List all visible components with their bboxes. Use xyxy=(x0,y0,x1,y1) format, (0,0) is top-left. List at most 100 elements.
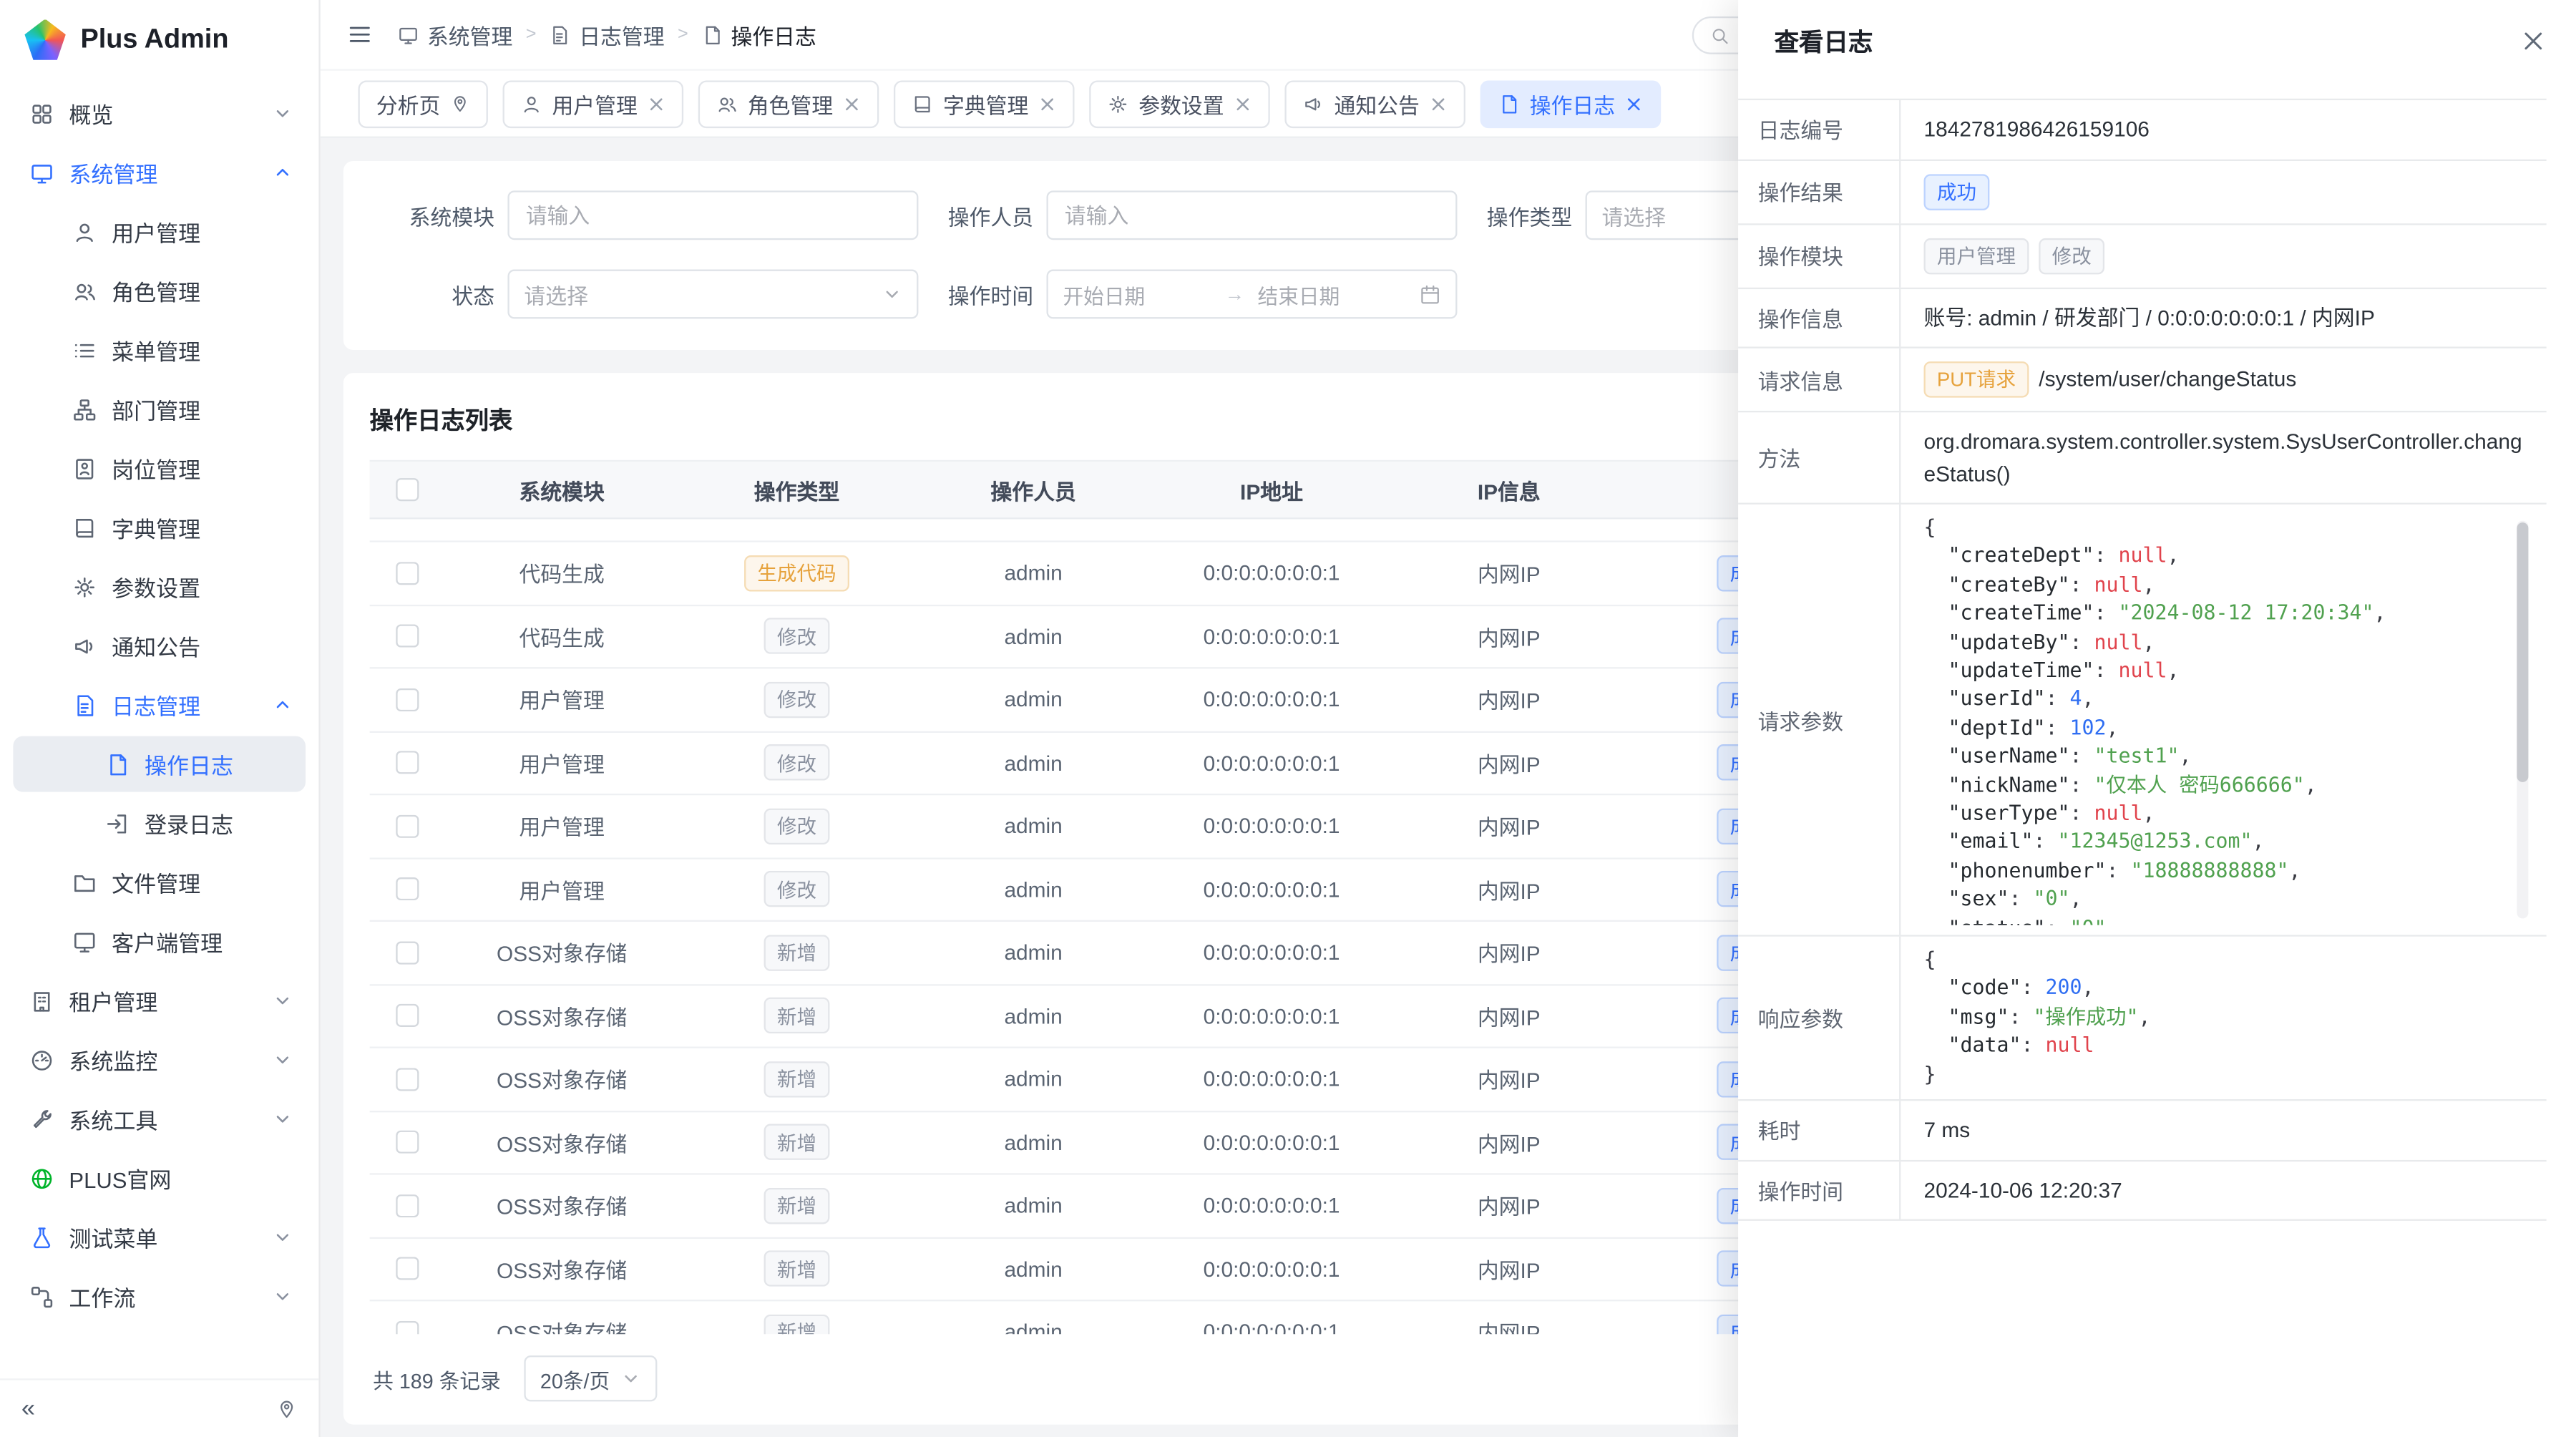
row-checkbox[interactable] xyxy=(396,1004,419,1027)
sidebar-item-label: 工作流 xyxy=(69,1280,258,1313)
pin-icon[interactable] xyxy=(276,1398,298,1420)
column-header: 操作人员 xyxy=(915,474,1152,505)
module-filter-input[interactable] xyxy=(507,190,918,240)
sidebar-item-param-settings[interactable]: 参数设置 xyxy=(13,559,306,615)
column-header: IP地址 xyxy=(1151,474,1391,505)
tab-label: 角色管理 xyxy=(748,88,833,120)
sidebar-item-label: 菜单管理 xyxy=(112,333,293,366)
chevron-down-icon xyxy=(273,1227,293,1247)
chevron-down-icon xyxy=(273,990,293,1010)
cell-operator: admin xyxy=(915,751,1152,775)
tab-role-management[interactable]: 角色管理 xyxy=(698,79,879,127)
view-log-drawer: 查看日志 日志编号 1842781986426159106 操作结果 成功 操作… xyxy=(1738,0,2576,1437)
row-checkbox[interactable] xyxy=(396,688,419,711)
cell-operator: admin xyxy=(915,814,1152,838)
operation-type-badge: 新增 xyxy=(764,998,830,1034)
sidebar-item-label: 概览 xyxy=(69,97,258,130)
time-range-picker[interactable]: 开始日期 → 结束日期 xyxy=(1047,270,1458,319)
sidebar-item-log-management[interactable]: 日志管理 xyxy=(13,677,306,733)
row-checkbox[interactable] xyxy=(396,1320,419,1334)
select-all-checkbox[interactable] xyxy=(396,478,419,501)
tab-close-icon[interactable] xyxy=(843,94,861,112)
row-checkbox[interactable] xyxy=(396,562,419,585)
sidebar-item-client-management[interactable]: 客户端管理 xyxy=(13,914,306,970)
sidebar-item-file-management[interactable]: 文件管理 xyxy=(13,854,306,910)
tab-operation-log[interactable]: 操作日志 xyxy=(1480,79,1662,127)
tab-close-icon[interactable] xyxy=(648,94,665,112)
operation-type-badge: 修改 xyxy=(764,681,830,718)
row-checkbox[interactable] xyxy=(396,1068,419,1091)
client-icon xyxy=(72,929,97,953)
sidebar-item-notice[interactable]: 通知公告 xyxy=(13,618,306,673)
app-title: Plus Admin xyxy=(81,24,229,55)
sidebar-item-dept-management[interactable]: 部门管理 xyxy=(13,381,306,437)
tab-close-icon[interactable] xyxy=(1038,94,1056,112)
sidebar-item-dict-management[interactable]: 字典管理 xyxy=(13,500,306,555)
tab-close-icon[interactable] xyxy=(1234,94,1252,112)
breadcrumb-item[interactable]: 系统管理 xyxy=(398,19,513,50)
sidebar-item-role-management[interactable]: 角色管理 xyxy=(13,263,306,318)
hamburger-menu-icon[interactable] xyxy=(346,21,373,48)
cell-operator: admin xyxy=(915,1130,1152,1154)
row-checkbox[interactable] xyxy=(396,1194,419,1217)
sidebar-item-test-menu[interactable]: 测试菜单 xyxy=(13,1209,306,1265)
row-checkbox[interactable] xyxy=(396,625,419,648)
sidebar-item-label: PLUS官网 xyxy=(69,1161,292,1194)
operator-filter-input[interactable] xyxy=(1047,190,1458,240)
breadcrumb-item[interactable]: 操作日志 xyxy=(701,19,816,50)
scrollbar-thumb[interactable] xyxy=(2517,522,2528,782)
tab-notice[interactable]: 通知公告 xyxy=(1285,79,1466,127)
row-checkbox[interactable] xyxy=(396,1257,419,1280)
tab-close-icon[interactable] xyxy=(1625,94,1643,112)
globe-icon xyxy=(29,1166,54,1190)
column-header: 操作类型 xyxy=(678,474,915,505)
page-size-value: 20条/页 xyxy=(540,1363,610,1394)
users-icon xyxy=(716,93,738,115)
search-icon xyxy=(1710,26,1730,46)
sidebar-item-label: 字典管理 xyxy=(112,511,293,544)
cell-ip-info: 内网IP xyxy=(1392,937,1626,968)
detail-row-op-time: 操作时间 2024-10-06 12:20:37 xyxy=(1738,1161,2547,1221)
sidebar-item-system-monitor[interactable]: 系统监控 xyxy=(13,1032,306,1088)
sidebar-item-overview[interactable]: 概览 xyxy=(13,85,306,141)
field-label: 操作时间 xyxy=(1738,1161,1901,1219)
breadcrumb: 系统管理>日志管理>操作日志 xyxy=(398,19,816,50)
cell-module: OSS对象存储 xyxy=(445,1126,678,1158)
cell-operator: admin xyxy=(915,1193,1152,1217)
sidebar-item-user-management[interactable]: 用户管理 xyxy=(13,204,306,260)
breadcrumb-item[interactable]: 日志管理 xyxy=(550,19,665,50)
cell-ip: 0:0:0:0:0:0:0:1 xyxy=(1151,1003,1391,1028)
sidebar-collapse-button[interactable]: « xyxy=(21,1397,35,1421)
sidebar-item-workflow[interactable]: 工作流 xyxy=(13,1268,306,1324)
detail-row-request-params: 请求参数 { "createDept": null, "createBy": n… xyxy=(1738,505,2547,937)
cell-ip-info: 内网IP xyxy=(1392,557,1626,589)
close-icon[interactable] xyxy=(2520,28,2547,54)
logo-icon xyxy=(24,19,65,59)
sidebar-item-system-management[interactable]: 系统管理 xyxy=(13,145,306,200)
sidebar-item-tenant-management[interactable]: 租户管理 xyxy=(13,973,306,1028)
sidebar-item-login-log[interactable]: 登录日志 xyxy=(13,795,306,851)
sidebar-item-label: 测试菜单 xyxy=(69,1221,258,1254)
row-checkbox[interactable] xyxy=(396,1131,419,1154)
sidebar-item-operation-log[interactable]: 操作日志 xyxy=(13,736,306,792)
page-size-select[interactable]: 20条/页 xyxy=(524,1355,658,1401)
field-label: 耗时 xyxy=(1738,1101,1901,1159)
row-checkbox[interactable] xyxy=(396,941,419,964)
tab-user-management[interactable]: 用户管理 xyxy=(503,79,684,127)
row-checkbox[interactable] xyxy=(396,751,419,774)
tab-param-settings[interactable]: 参数设置 xyxy=(1089,79,1270,127)
sidebar-item-menu-management[interactable]: 菜单管理 xyxy=(13,322,306,378)
tab-analysis[interactable]: 分析页 xyxy=(358,79,488,127)
cell-operator: admin xyxy=(915,1067,1152,1091)
sidebar-item-plus-website[interactable]: PLUS官网 xyxy=(13,1150,306,1206)
row-checkbox[interactable] xyxy=(396,878,419,901)
file-icon xyxy=(72,870,97,895)
status-filter-select[interactable]: 请选择 xyxy=(507,270,918,319)
row-checkbox[interactable] xyxy=(396,814,419,837)
tab-close-icon[interactable] xyxy=(1430,94,1448,112)
tab-dict-management[interactable]: 字典管理 xyxy=(894,79,1075,127)
sidebar-item-post-management[interactable]: 岗位管理 xyxy=(13,440,306,496)
sidebar-item-system-tools[interactable]: 系统工具 xyxy=(13,1091,306,1146)
chevron-down-icon xyxy=(273,104,293,124)
breadcrumb-label: 操作日志 xyxy=(731,19,816,50)
